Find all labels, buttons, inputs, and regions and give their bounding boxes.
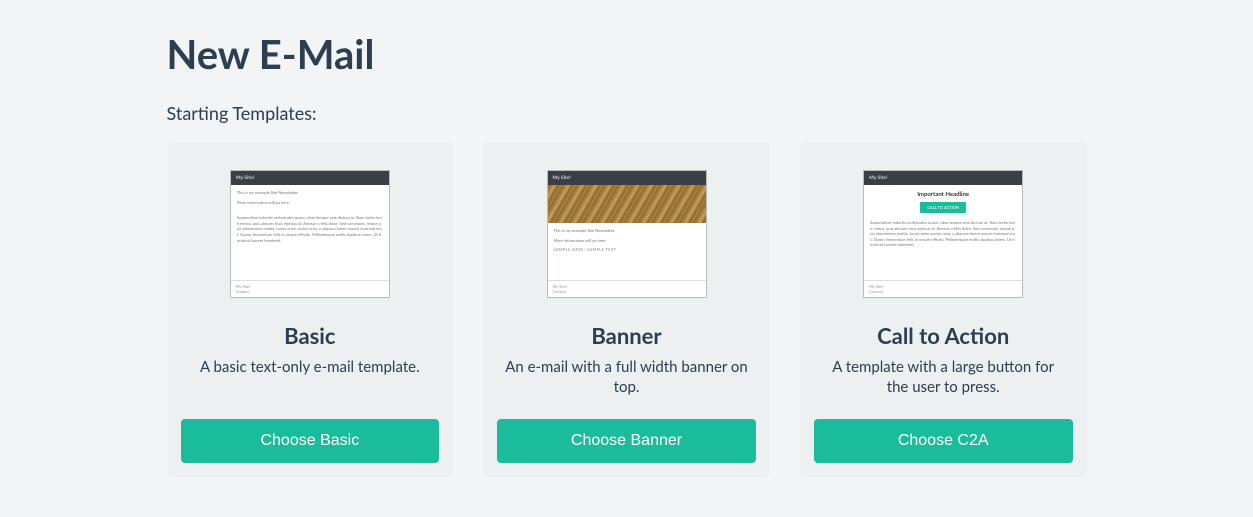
preview-body: This is my example Site Newsletter. More… (548, 223, 706, 280)
page-title: New E-Mail (167, 30, 1087, 78)
choose-basic-button[interactable]: Choose Basic (181, 419, 440, 463)
template-desc-banner: An e-mail with a full width banner on to… (497, 357, 756, 399)
preview-body: This is my example Site Newsletter. More… (231, 185, 389, 280)
preview-basic: My Site! This is my example Site Newslet… (230, 170, 390, 298)
template-card-banner: My Site! This is my example Site Newslet… (483, 142, 770, 477)
starting-templates-label: Starting Templates: (167, 102, 1087, 124)
choose-c2a-button[interactable]: Choose C2A (814, 419, 1073, 463)
template-cards: My Site! This is my example Site Newslet… (167, 142, 1087, 477)
preview-c2a: My Site! Important Headline CALL TO ACTI… (863, 170, 1023, 298)
choose-banner-button[interactable]: Choose Banner (497, 419, 756, 463)
preview-footer: My Site! Contact (548, 280, 706, 297)
preview-lorem: Suspendisse lobortis molestudes quam, vi… (870, 220, 1016, 248)
preview-lorem: Suspendisse lobortis molestudes quam, vi… (237, 215, 383, 243)
template-title-c2a: Call to Action (877, 322, 1009, 349)
preview-footer: My Site! Contact (231, 280, 389, 297)
preview-header: My Site! (231, 171, 389, 185)
preview-banner-image (548, 185, 706, 223)
template-title-banner: Banner (591, 322, 661, 349)
preview-header: My Site! (548, 171, 706, 185)
preview-c2a-button: CALL TO ACTION (920, 202, 966, 213)
preview-body: Suspendisse lobortis molestudes quam, vi… (864, 220, 1022, 280)
preview-banner: My Site! This is my example Site Newslet… (547, 170, 707, 298)
template-card-basic: My Site! This is my example Site Newslet… (167, 142, 454, 477)
template-desc-c2a: A template with a large button for the u… (814, 357, 1073, 399)
preview-footer: My Site! Contact (864, 280, 1022, 297)
template-desc-basic: A basic text-only e-mail template. (192, 357, 428, 399)
preview-c2a-headline: Important Headline (864, 191, 1022, 198)
preview-sample-row: SAMPLE DATA | SAMPLE TEXT (554, 247, 700, 253)
template-card-c2a: My Site! Important Headline CALL TO ACTI… (800, 142, 1087, 477)
template-title-basic: Basic (284, 322, 335, 349)
preview-info: More information will go here. (554, 238, 700, 244)
preview-header: My Site! (864, 171, 1022, 185)
